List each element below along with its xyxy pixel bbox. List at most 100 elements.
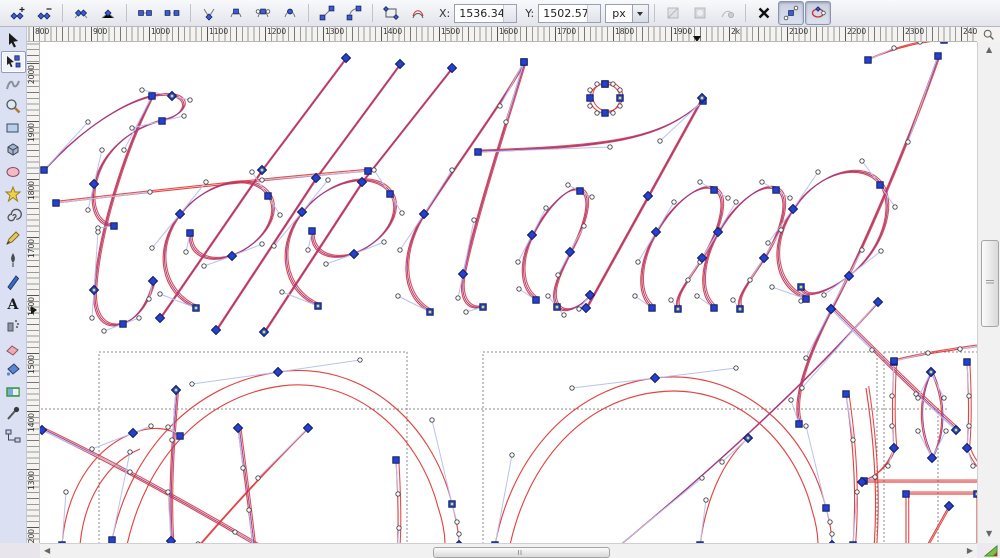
segment-curve-icon <box>346 5 362 21</box>
join-with-segment-button[interactable] <box>132 1 158 25</box>
tool-box3d-button[interactable] <box>1 139 26 161</box>
tool-tweak-button[interactable] <box>1 73 26 95</box>
tool-pencil-button[interactable] <box>1 227 26 249</box>
toolbar-buttons-right <box>650 1 831 25</box>
y-coordinate-value[interactable]: 1502.57 <box>543 7 587 20</box>
vertical-ruler[interactable]: 200019001800170016001500140013001200 <box>27 42 40 543</box>
insert-node-button[interactable] <box>4 1 30 25</box>
tool-node-button[interactable] <box>1 51 26 73</box>
ruler-corner-zoom-icon[interactable] <box>977 27 1000 42</box>
tool-gradient-button[interactable] <box>1 381 26 403</box>
pen-tool-icon <box>4 251 22 269</box>
toolbar-separator <box>372 4 373 22</box>
delete-node-button[interactable] <box>31 1 57 25</box>
tool-connector-button[interactable] <box>1 425 26 447</box>
tool-star-button[interactable] <box>1 183 26 205</box>
toolbar-separator <box>308 4 309 22</box>
hruler-label: 1000 <box>151 27 170 36</box>
glyph-paths-svg <box>40 42 977 543</box>
delete-segment-button[interactable] <box>159 1 185 25</box>
tool-rectangle-button[interactable] <box>1 117 26 139</box>
x-spinner[interactable] <box>503 5 516 22</box>
tool-calligraphy-button[interactable] <box>1 271 26 293</box>
horizontal-scrollbar[interactable]: ◀ ▶ <box>40 543 977 558</box>
drawing-canvas[interactable] <box>40 42 977 543</box>
y-spin-up-icon[interactable] <box>591 6 597 12</box>
tool-zoom-button[interactable] <box>1 95 26 117</box>
show-bezier-handles-button[interactable] <box>778 1 804 25</box>
x-spin-down-icon[interactable] <box>507 14 513 20</box>
edit-clip-button <box>660 1 686 25</box>
make-auto-icon <box>282 5 298 21</box>
scroll-down-icon[interactable]: ▼ <box>986 530 992 538</box>
tool-eraser-button[interactable] <box>1 337 26 359</box>
show-path-outline-icon <box>810 5 826 21</box>
horizontal-ruler[interactable]: 8009001000110012001300140015001600170018… <box>27 27 977 42</box>
segment-curve-button[interactable] <box>341 1 367 25</box>
resize-grip-icon <box>977 543 1000 558</box>
tool-text-button[interactable]: A <box>1 293 26 315</box>
stroke-to-path-icon <box>410 5 426 21</box>
unit-value[interactable]: px <box>606 7 632 20</box>
hruler-label: 1300 <box>325 27 344 36</box>
bucket-tool-icon <box>4 361 22 379</box>
break-path-button[interactable] <box>68 1 94 25</box>
vertical-scrollbar-thumb[interactable] <box>981 240 999 327</box>
tool-selector-button[interactable] <box>1 29 26 51</box>
spray-tool-icon <box>4 317 22 335</box>
delete-segment-icon <box>164 5 180 21</box>
delete-node-icon <box>36 5 52 21</box>
hruler-label: 1400 <box>383 27 402 36</box>
hruler-label: 1600 <box>499 27 518 36</box>
x-spin-up-icon[interactable] <box>507 6 513 12</box>
join-nodes-button[interactable] <box>95 1 121 25</box>
next-path-effect-button <box>714 1 740 25</box>
scroll-right-icon[interactable]: ▶ <box>967 547 973 555</box>
unit-dropdown-button[interactable] <box>632 5 648 22</box>
text-tool-icon: A <box>4 295 22 313</box>
unit-dropdown[interactable]: px <box>605 4 649 23</box>
object-to-path-button[interactable] <box>378 1 404 25</box>
make-corner-button[interactable] <box>196 1 222 25</box>
window-resize-grip[interactable] <box>977 543 1000 558</box>
y-coordinate-label: Y: <box>525 7 534 20</box>
y-spinner[interactable] <box>587 5 600 22</box>
tool-ellipse-button[interactable] <box>1 161 26 183</box>
node-tool-icon <box>4 53 22 71</box>
tool-dropper-button[interactable] <box>1 403 26 425</box>
vertical-scrollbar[interactable]: ▲ ▼ <box>977 42 1000 543</box>
scroll-up-icon[interactable]: ▲ <box>986 46 992 54</box>
y-coordinate-field[interactable]: 1502.57 <box>538 4 601 23</box>
stroke-to-path-button[interactable] <box>405 1 431 25</box>
x-coordinate-value[interactable]: 1536.34 <box>459 7 503 20</box>
show-transform-handles-button[interactable] <box>751 1 777 25</box>
spiral-tool-icon <box>4 207 22 225</box>
scroll-left-icon[interactable]: ◀ <box>44 547 50 555</box>
hruler-label: 800 <box>35 27 49 36</box>
toolbar-separator <box>745 4 746 22</box>
make-corner-icon <box>201 5 217 21</box>
show-transform-handles-icon <box>756 5 772 21</box>
y-spin-down-icon[interactable] <box>591 14 597 20</box>
magnifier-icon <box>982 28 995 41</box>
segment-line-icon <box>319 5 335 21</box>
hruler-label: 1700 <box>557 27 576 36</box>
tool-bucket-button[interactable] <box>1 359 26 381</box>
hruler-label: 1200 <box>267 27 286 36</box>
vruler-label: 1500 <box>27 355 36 374</box>
horizontal-scrollbar-thumb[interactable] <box>433 547 610 558</box>
toolbar-separator <box>62 4 63 22</box>
segment-line-button[interactable] <box>314 1 340 25</box>
make-symmetric-button[interactable] <box>250 1 276 25</box>
show-path-outline-button[interactable] <box>805 1 831 25</box>
vruler-label: 1800 <box>27 181 36 200</box>
statusbar-filler <box>0 543 40 558</box>
make-auto-button[interactable] <box>277 1 303 25</box>
rectangle-tool-icon <box>4 119 22 137</box>
tool-spiral-button[interactable] <box>1 205 26 227</box>
make-smooth-button[interactable] <box>223 1 249 25</box>
hruler-label: 2100 <box>789 27 808 36</box>
tool-pen-button[interactable] <box>1 249 26 271</box>
tool-spray-button[interactable] <box>1 315 26 337</box>
x-coordinate-field[interactable]: 1536.34 <box>454 4 517 23</box>
